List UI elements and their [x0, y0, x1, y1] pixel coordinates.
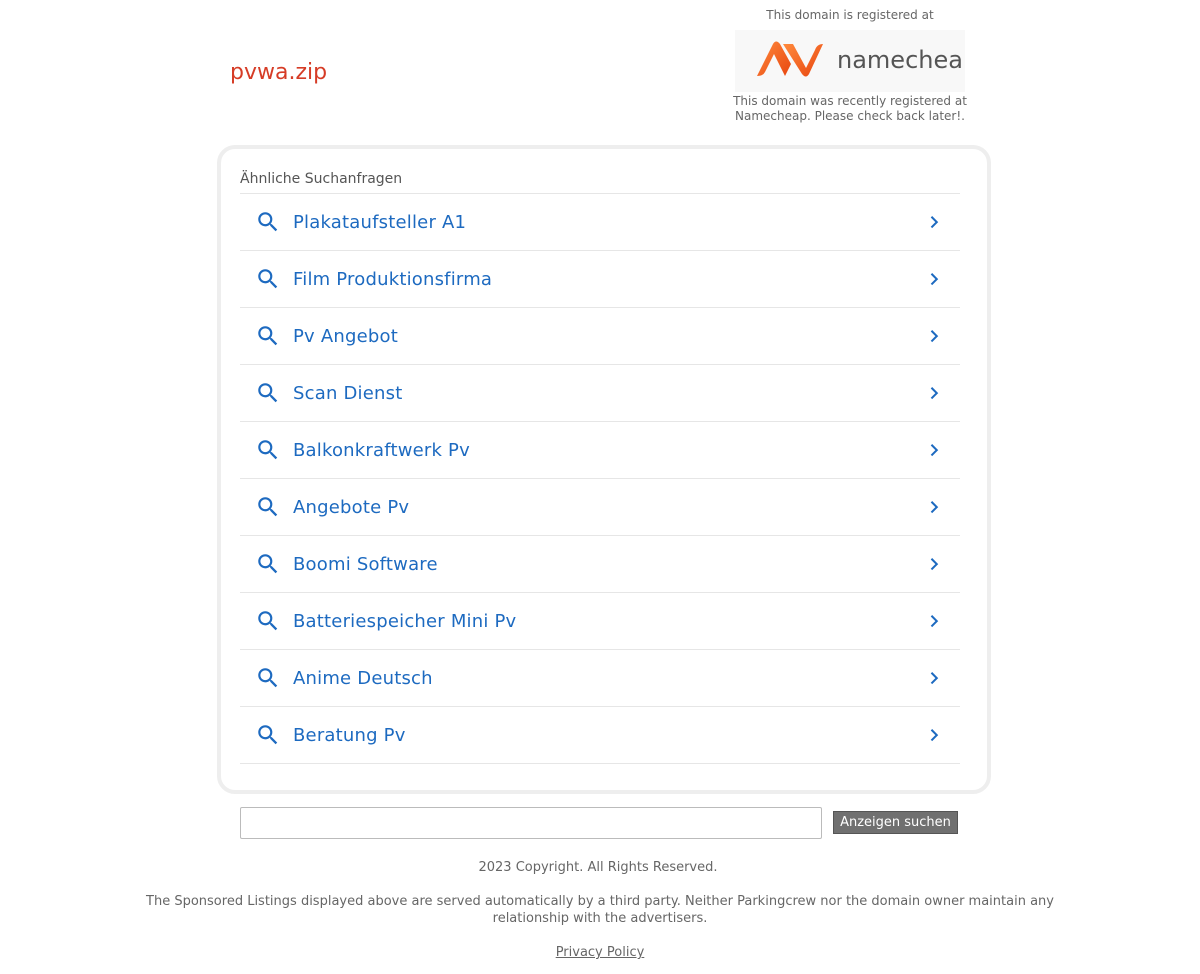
chevron-right-icon — [930, 444, 939, 457]
chevron-right-icon — [930, 330, 939, 343]
disclaimer-text: The Sponsored Listings displayed above a… — [146, 894, 1054, 926]
related-search-label: Angebote Pv — [293, 496, 410, 518]
search-icon — [258, 440, 278, 460]
related-search-item[interactable]: Pv Angebot — [240, 308, 960, 365]
related-search-item[interactable]: Anime Deutsch — [240, 650, 960, 707]
chevron-right-icon — [930, 672, 939, 685]
related-search-item[interactable]: Balkonkraftwerk Pv — [240, 422, 960, 479]
privacy-policy-link[interactable]: Privacy Policy — [556, 945, 645, 960]
domain-title: pvwa.zip — [230, 60, 328, 85]
chevron-right-icon — [930, 729, 939, 742]
related-search-item[interactable]: Film Produktionsfirma — [240, 251, 960, 308]
search-icon — [258, 212, 278, 232]
search-icon — [258, 497, 278, 517]
search-icon — [258, 554, 278, 574]
related-search-label: Batteriespeicher Mini Pv — [293, 610, 517, 632]
namecheap-logo-text: namecheap — [837, 46, 965, 74]
related-search-label: Plakataufsteller A1 — [293, 211, 467, 233]
search-icon — [258, 383, 278, 403]
chevron-right-icon — [930, 273, 939, 286]
related-search-label: Anime Deutsch — [293, 667, 433, 689]
related-searches-list: Plakataufsteller A1 Film Produktionsfirma… — [240, 193, 960, 764]
chevron-right-icon — [930, 216, 939, 229]
namecheap-logo[interactable]: namecheap — [735, 30, 965, 92]
search-ads-button[interactable]: Anzeigen suchen — [833, 811, 958, 834]
chevron-right-icon — [930, 615, 939, 628]
search-icon — [258, 668, 278, 688]
search-icon — [258, 269, 278, 289]
related-search-item[interactable]: Angebote Pv — [240, 479, 960, 536]
registrar-bottom-note: This domain was recently registered at N… — [733, 94, 967, 123]
privacy-policy-wrap: Privacy Policy — [0, 945, 1200, 960]
chevron-right-icon — [930, 387, 939, 400]
related-search-item[interactable]: Plakataufsteller A1 — [240, 194, 960, 251]
search-icon — [258, 725, 278, 745]
chevron-right-icon — [930, 501, 939, 514]
related-search-label: Film Produktionsfirma — [293, 268, 493, 290]
search-input[interactable] — [240, 807, 822, 839]
related-search-label: Balkonkraftwerk Pv — [293, 439, 470, 461]
registrar-box: This domain is registered at namecheap T… — [720, 6, 980, 124]
related-search-item[interactable]: Batteriespeicher Mini Pv — [240, 593, 960, 650]
related-search-label: Boomi Software — [293, 553, 438, 575]
related-search-item[interactable]: Beratung Pv — [240, 707, 960, 764]
search-icon — [258, 326, 278, 346]
search-icon — [258, 611, 278, 631]
related-searches-panel: Ähnliche Suchanfragen Plakataufsteller A… — [217, 145, 991, 794]
copyright-text: 2023 Copyright. All Rights Reserved. — [478, 860, 718, 875]
chevron-right-icon — [930, 558, 939, 571]
related-search-label: Beratung Pv — [293, 724, 406, 746]
search-form: Anzeigen suchen — [240, 807, 960, 839]
related-search-item[interactable]: Scan Dienst — [240, 365, 960, 422]
related-search-label: Pv Angebot — [293, 325, 398, 347]
related-search-item[interactable]: Boomi Software — [240, 536, 960, 593]
related-search-label: Scan Dienst — [293, 382, 403, 404]
related-searches-title: Ähnliche Suchanfragen — [240, 171, 403, 187]
registrar-top-note: This domain is registered at — [766, 8, 934, 22]
